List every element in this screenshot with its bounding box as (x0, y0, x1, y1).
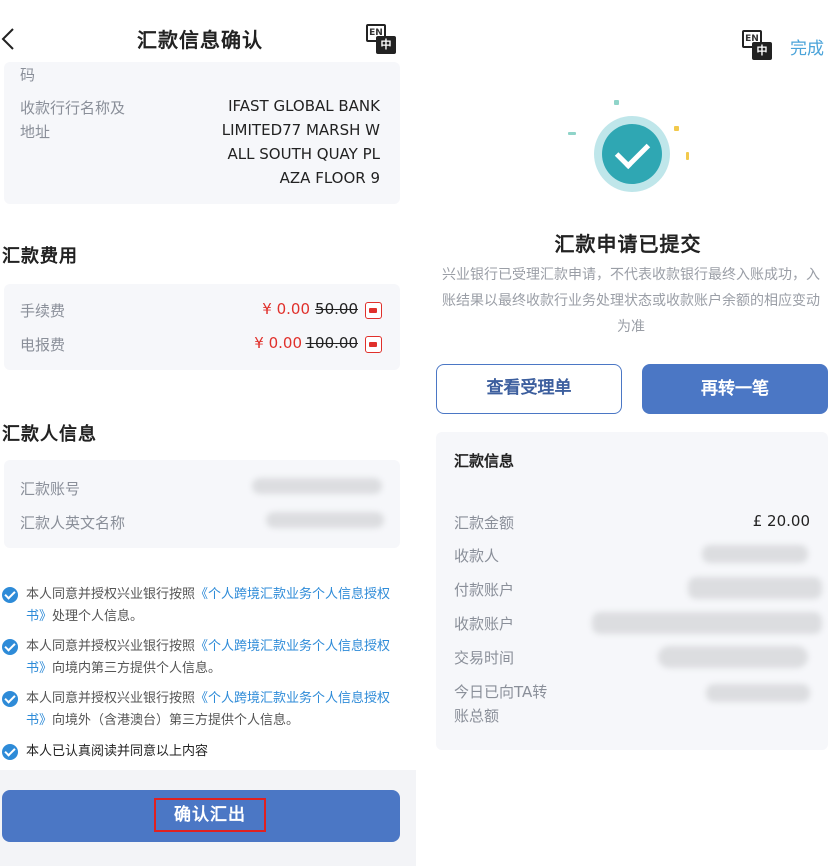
confetti-decoration (614, 100, 619, 105)
handling-fee-amount: ¥ 0.00 (262, 300, 310, 318)
transfer-again-button[interactable]: 再转一笔 (642, 364, 828, 414)
consent-checkbox[interactable] (2, 691, 18, 707)
amount-value: £ 20.00 (752, 512, 810, 530)
consent-text: 本人同意并授权兴业银行按照《个人跨境汇款业务个人信息授权书》向境外（含港澳台）第… (26, 691, 391, 728)
info-card-title: 汇款信息 (454, 452, 515, 470)
final-consent-text: 本人已认真阅读并同意以上内容 (26, 744, 209, 759)
acceptance-notice: 兴业银行已受理汇款申请，不代表收款银行最终入账成功，入账结果以最终收款行业务处理… (442, 267, 820, 335)
confirm-remit-button[interactable]: 确认汇出 (2, 790, 400, 842)
masked-value (658, 646, 808, 668)
masked-value (252, 478, 382, 494)
bank-name-label-line2: 地址 (20, 123, 51, 141)
bank-name-value-line: LIMITED77 MARSH W (221, 121, 380, 139)
language-switch-icon[interactable]: EN 中 (366, 24, 396, 54)
today-total-label-line2: 账总额 (454, 707, 500, 725)
payee-account-label: 收款账户 (454, 615, 515, 633)
payee-label: 收款人 (454, 547, 500, 565)
telegraph-fee-amount: ¥ 0.00 (254, 334, 302, 352)
bank-name-value-line: ALL SOUTH QUAY PL (227, 145, 380, 163)
consent-text: 本人同意并授权兴业银行按照《个人跨境汇款业务个人信息授权书》处理个人信息。 (26, 587, 391, 624)
remittance-submitted-screen: EN 中 完成 汇款申请已提交 兴业银行已受理汇款申请，不代表收款银行最终入账成… (418, 0, 838, 866)
handling-fee-original: 50.00 (315, 300, 358, 318)
success-check-icon (594, 116, 670, 192)
transaction-time-label: 交易时间 (454, 649, 515, 667)
fees-section-title: 汇款费用 (2, 246, 78, 267)
telegraph-fee-original: 100.00 (305, 334, 359, 352)
bank-name-label: 收款行行名称及 (20, 99, 126, 117)
view-receipt-button[interactable]: 查看受理单 (436, 364, 622, 414)
telegraph-fee-label: 电报费 (20, 336, 66, 354)
remittance-info-card: 汇款信息 汇款金额 £ 20.00 收款人 付款账户 收款账户 交易时间 今日已… (436, 432, 828, 750)
final-consent-checkbox[interactable] (2, 744, 18, 760)
consent-text: 本人同意并授权兴业银行按照《个人跨境汇款业务个人信息授权书》向境内第三方提供个人… (26, 639, 391, 676)
remitter-section-title: 汇款人信息 (2, 424, 97, 445)
beneficiary-bank-card: 码 收款行行名称及 地址 IFAST GLOBAL BANK LIMITED77… (4, 62, 400, 204)
remittance-confirm-screen: 汇款信息确认 EN 中 码 收款行行名称及 地址 IFAST GLOBAL BA… (0, 0, 416, 866)
bank-name-value-line: AZA FLOOR 9 (279, 169, 380, 187)
masked-value (706, 684, 810, 702)
remitter-name-label: 汇款人英文名称 (20, 514, 126, 532)
confirm-remit-label: 确认汇出 (154, 798, 266, 832)
success-title: 汇款申请已提交 (554, 232, 702, 256)
page-title: 汇款信息确认 (137, 28, 263, 52)
remitter-card: 汇款账号 汇款人英文名称 (4, 460, 400, 548)
remitter-account-label: 汇款账号 (20, 480, 81, 498)
today-total-label: 今日已向TA转 (454, 683, 548, 701)
fees-card: 手续费 ¥ 0.00 50.00 电报费 ¥ 0.00 100.00 (4, 284, 400, 370)
masked-value (702, 545, 808, 563)
masked-value (592, 612, 822, 634)
consent-checkbox[interactable] (2, 639, 18, 655)
field-label-fragment: 码 (20, 66, 36, 84)
handling-fee-label: 手续费 (20, 302, 66, 320)
bank-name-value-line: IFAST GLOBAL BANK (228, 97, 380, 115)
language-switch-icon[interactable]: EN 中 (742, 30, 772, 60)
discount-icon (365, 302, 382, 319)
payer-account-label: 付款账户 (454, 581, 515, 599)
amount-label: 汇款金额 (454, 514, 515, 532)
masked-value (688, 577, 822, 599)
confetti-decoration (686, 152, 689, 160)
discount-icon (365, 336, 382, 353)
done-button[interactable]: 完成 (790, 34, 824, 59)
masked-value (266, 512, 384, 528)
confetti-decoration (568, 132, 576, 135)
confetti-decoration (674, 126, 679, 131)
consent-checkbox[interactable] (2, 587, 18, 603)
